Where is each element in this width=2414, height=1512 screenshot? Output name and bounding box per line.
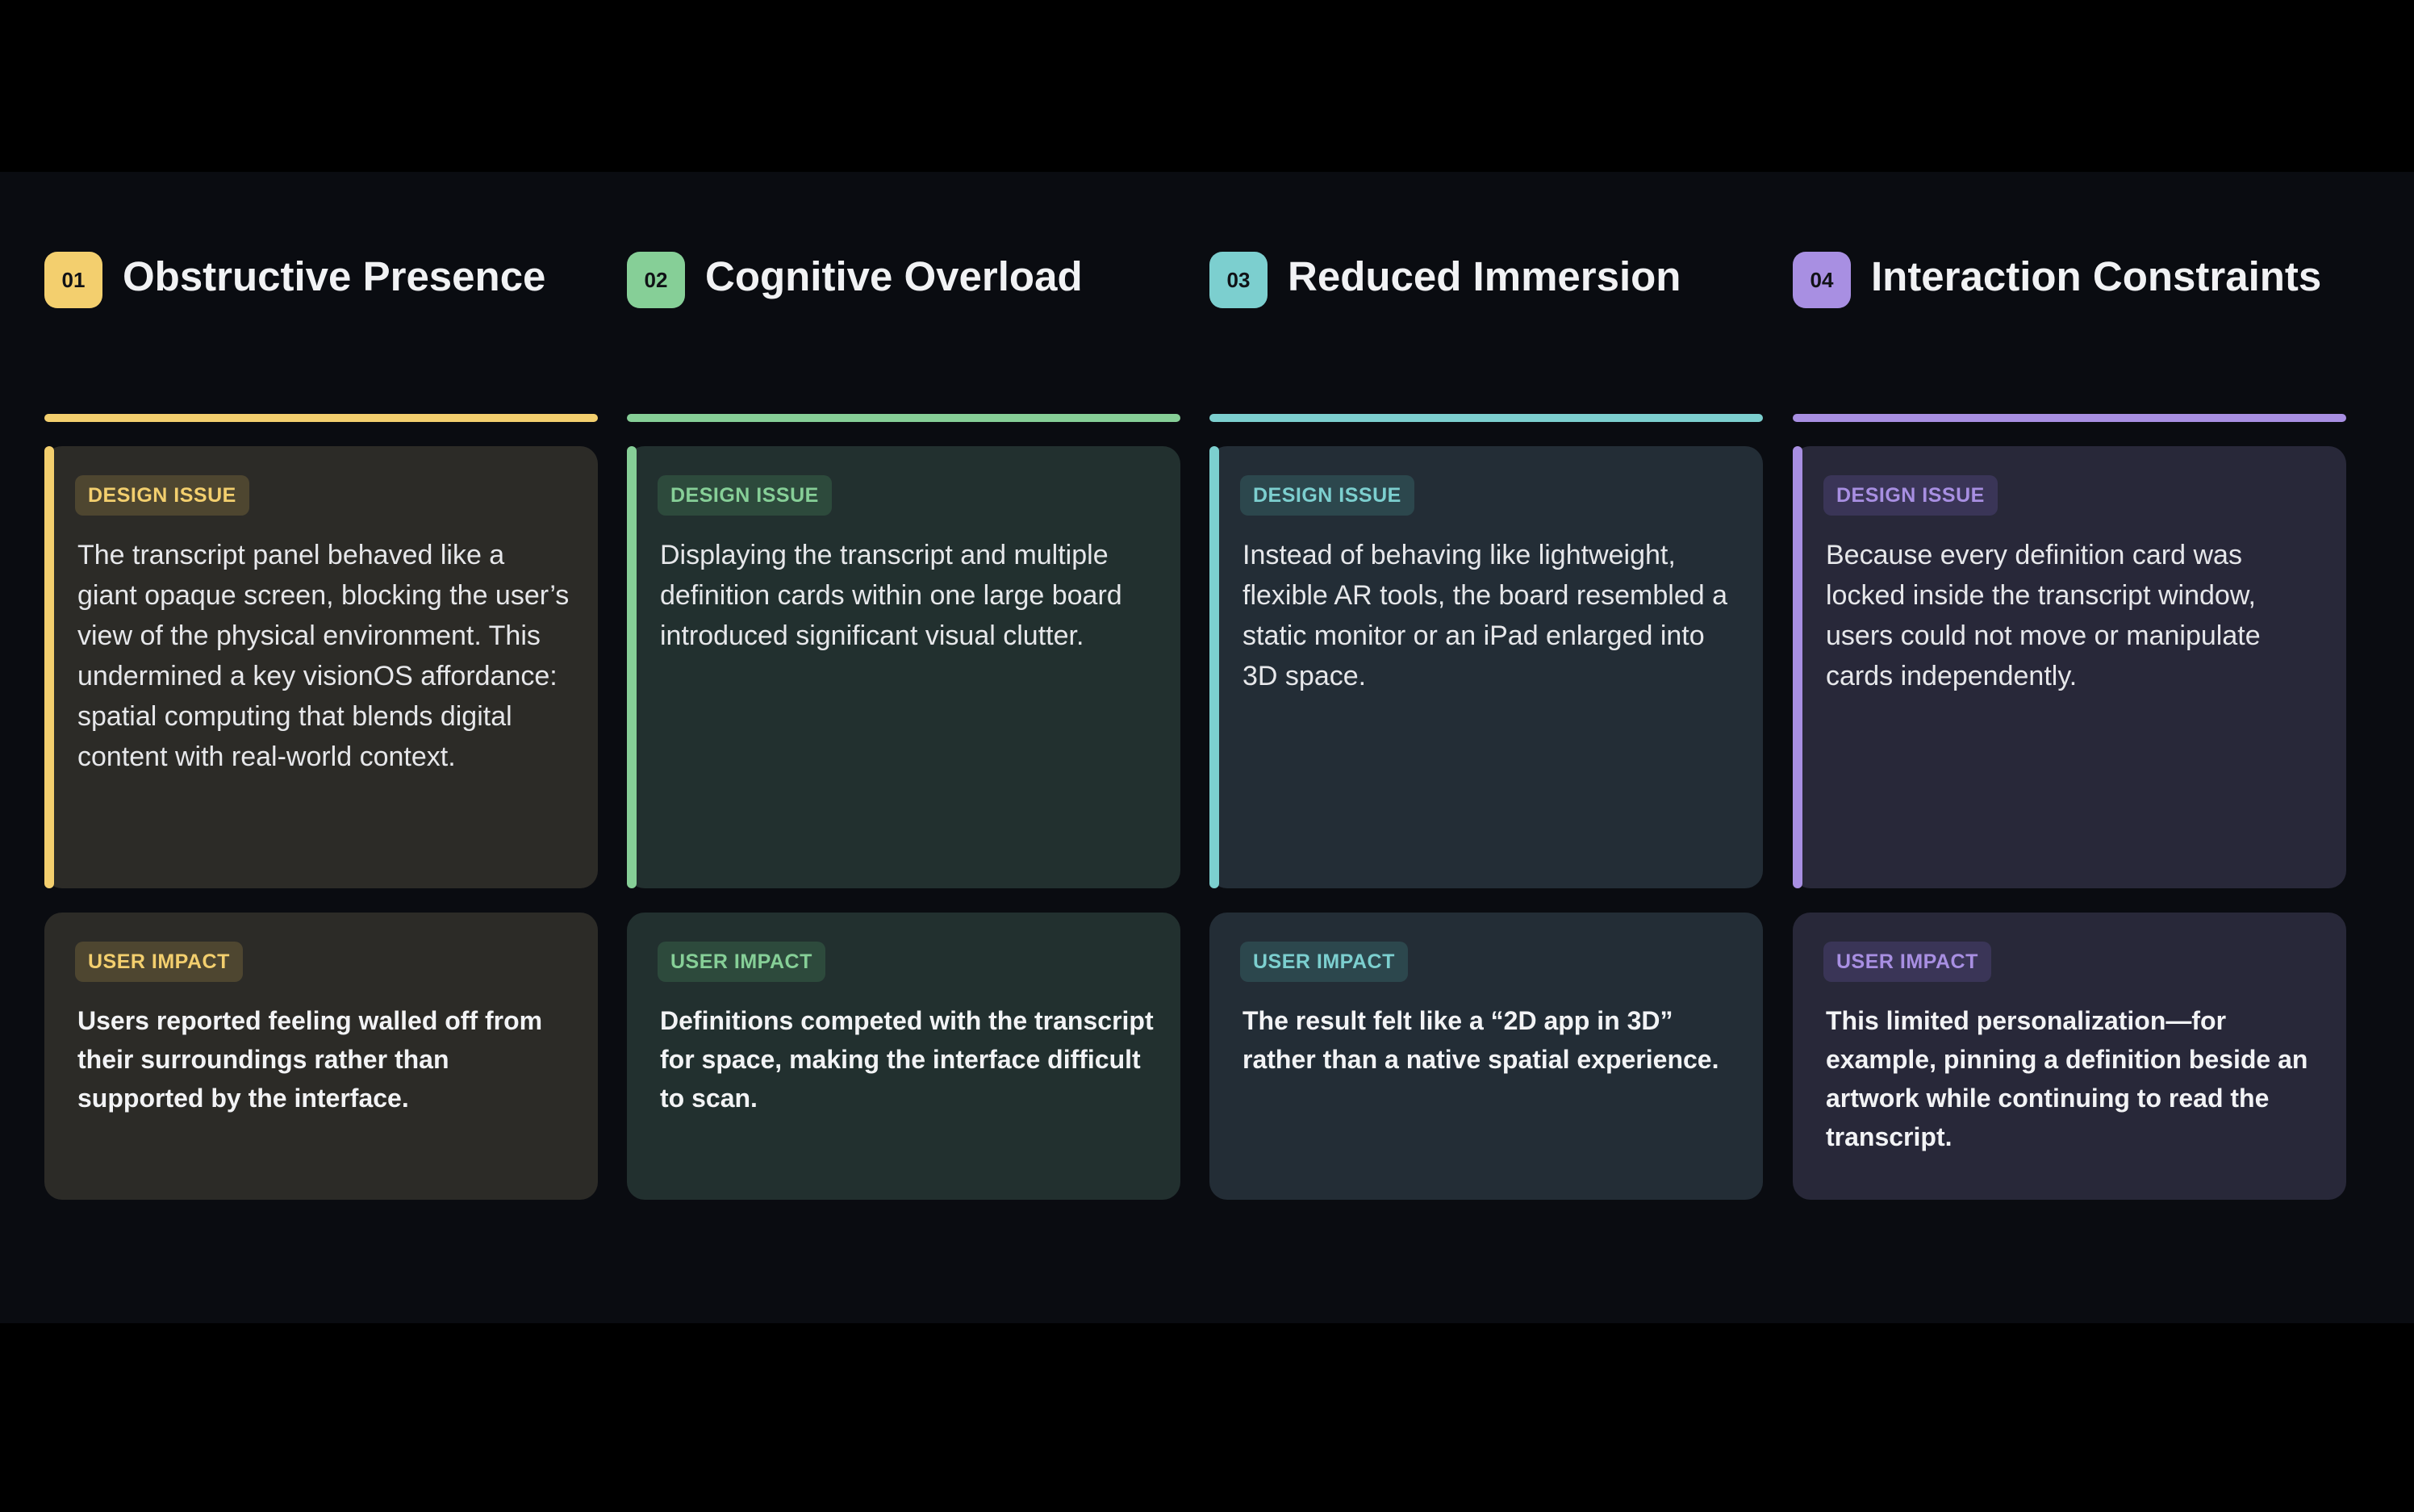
user-impact-text: This limited personalization—for example…	[1826, 1006, 2308, 1151]
design-issue-tag: DESIGN ISSUE	[1823, 475, 1998, 516]
user-impact-card: USER IMPACT This limited personalization…	[1793, 913, 2346, 1200]
accent-rule	[627, 414, 1180, 422]
design-issue-text: The transcript panel behaved like a gian…	[77, 540, 570, 772]
design-issue-tag: DESIGN ISSUE	[1240, 475, 1414, 516]
column-title: Reduced Immersion	[1288, 253, 1681, 299]
design-issue-text: Instead of behaving like lightweight, fl…	[1242, 540, 1728, 691]
issue-column-obstructive-presence: 01 Obstructive Presence DESIGN ISSUE The…	[44, 172, 598, 1323]
user-impact-card: USER IMPACT Definitions competed with th…	[627, 913, 1180, 1200]
column-title: Interaction Constraints	[1871, 253, 2322, 299]
user-impact-text: Definitions competed with the transcript…	[660, 1006, 1154, 1113]
user-impact-tag: USER IMPACT	[1240, 942, 1408, 982]
issue-column-reduced-immersion: 03 Reduced Immersion DESIGN ISSUE Instea…	[1209, 172, 1763, 1323]
column-title: Obstructive Presence	[123, 253, 546, 299]
user-impact-tag: USER IMPACT	[75, 942, 243, 982]
issue-column-interaction-constraints: 04 Interaction Constraints DESIGN ISSUE …	[1793, 172, 2346, 1323]
design-issue-tag: DESIGN ISSUE	[75, 475, 249, 516]
design-issue-card: DESIGN ISSUE Instead of behaving like li…	[1209, 446, 1763, 888]
number-badge: 04	[1793, 252, 1851, 308]
accent-rule	[1793, 414, 2346, 422]
card-accent-bar	[44, 446, 54, 888]
design-issue-card: DESIGN ISSUE Because every definition ca…	[1793, 446, 2346, 888]
accent-rule	[44, 414, 598, 422]
issues-panel: 01 Obstructive Presence DESIGN ISSUE The…	[0, 172, 2414, 1495]
card-accent-bar	[1209, 446, 1219, 888]
number-badge: 03	[1209, 252, 1268, 308]
accent-rule	[1209, 414, 1763, 422]
user-impact-text: Users reported feeling walled off from t…	[77, 1006, 543, 1113]
bottom-tab-strip	[984, 1472, 1386, 1495]
design-issue-text: Because every definition card was locked…	[1826, 540, 2261, 691]
number-badge: 01	[44, 252, 102, 308]
column-heading: 03 Reduced Immersion	[1209, 244, 1806, 308]
user-impact-tag: USER IMPACT	[1823, 942, 1991, 982]
design-issue-card: DESIGN ISSUE The transcript panel behave…	[44, 446, 598, 888]
column-heading: 01 Obstructive Presence	[44, 244, 641, 308]
column-heading: 04 Interaction Constraints	[1793, 244, 2390, 308]
column-title: Cognitive Overload	[705, 253, 1083, 299]
user-impact-card: USER IMPACT The result felt like a “2D a…	[1209, 913, 1763, 1200]
user-impact-text: The result felt like a “2D app in 3D” ra…	[1242, 1006, 1719, 1074]
design-issue-card: DESIGN ISSUE Displaying the transcript a…	[627, 446, 1180, 888]
column-heading: 02 Cognitive Overload	[627, 244, 1224, 308]
design-issue-tag: DESIGN ISSUE	[658, 475, 832, 516]
user-impact-tag: USER IMPACT	[658, 942, 825, 982]
card-accent-bar	[627, 446, 637, 888]
issue-column-cognitive-overload: 02 Cognitive Overload DESIGN ISSUE Displ…	[627, 172, 1180, 1323]
card-accent-bar	[1793, 446, 1802, 888]
design-issue-text: Displaying the transcript and multiple d…	[660, 540, 1122, 651]
user-impact-card: USER IMPACT Users reported feeling walle…	[44, 913, 598, 1200]
number-badge: 02	[627, 252, 685, 308]
